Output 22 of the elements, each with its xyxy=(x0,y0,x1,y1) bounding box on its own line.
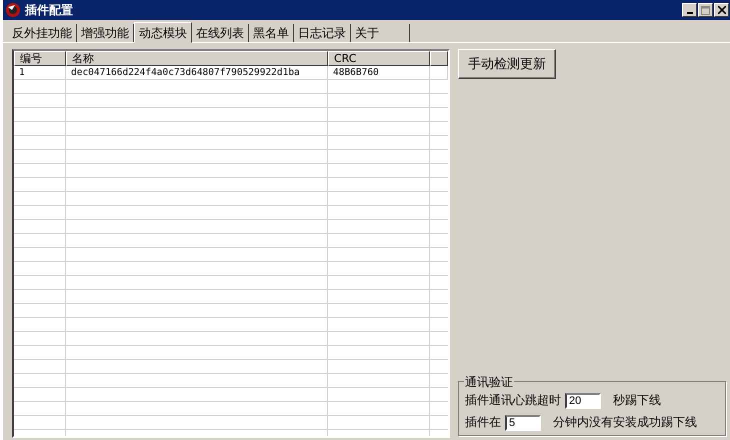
minimize-button[interactable] xyxy=(682,3,697,17)
column-header[interactable]: 编号 xyxy=(14,51,66,66)
column-header[interactable]: 名称 xyxy=(66,51,328,66)
close-button[interactable] xyxy=(714,3,729,17)
close-icon xyxy=(718,6,726,14)
window-title: 插件配置 xyxy=(25,2,73,18)
column-header[interactable] xyxy=(430,51,448,66)
install-label: 插件在 xyxy=(465,414,501,431)
input-field[interactable]: 20 xyxy=(565,392,601,408)
table-cell: 1 xyxy=(14,66,66,79)
unit-label: 秒踢下线 xyxy=(613,392,661,409)
input-field[interactable]: 5 xyxy=(505,414,541,430)
timeout-label: 插件通讯心跳超时 xyxy=(465,392,561,409)
check-update-button[interactable]: 手动检测更新 xyxy=(458,49,556,79)
table-cell: dec047166d224f4a0c73d64807f790529922d1ba xyxy=(66,66,328,79)
column-header[interactable]: CRC xyxy=(328,51,430,66)
maximize-button[interactable] xyxy=(698,3,713,17)
app-icon xyxy=(5,2,21,18)
maximize-icon xyxy=(701,6,710,14)
install-timeout-label: 分钟内没有安装成功踢下线 xyxy=(553,414,697,431)
tab[interactable]: 动态模块 xyxy=(134,22,192,43)
table-cell: 48B6B760 xyxy=(328,66,430,79)
